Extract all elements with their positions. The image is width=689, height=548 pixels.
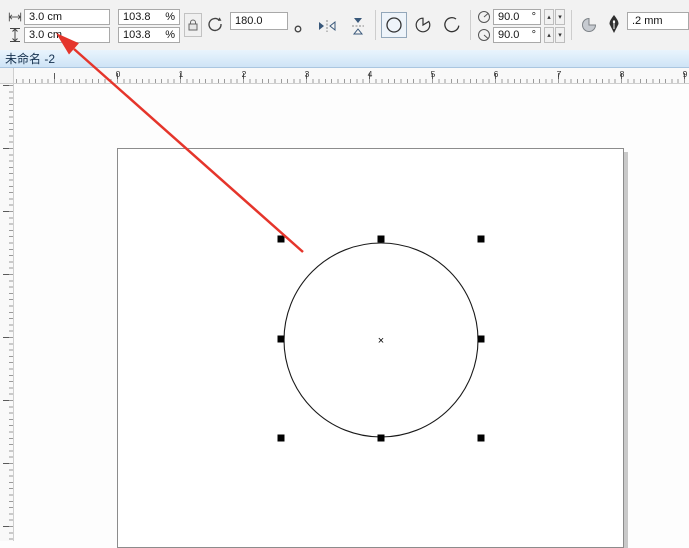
- scale-x-unit: %: [165, 11, 175, 23]
- outline-width-field[interactable]: .2 mm: [627, 12, 689, 30]
- mirror-horizontal-icon: [317, 19, 337, 33]
- toolbar-separator: [470, 10, 471, 40]
- degree-indicator-icon: [294, 25, 302, 33]
- start-angle-unit: °: [532, 11, 536, 23]
- scale-x-field[interactable]: 103.8 %: [118, 9, 180, 25]
- ruler-origin-corner[interactable]: [0, 68, 14, 84]
- mirror-vertical-icon: [351, 16, 365, 36]
- spinner-up-icon: ▴: [547, 31, 551, 39]
- change-direction-icon: [580, 16, 598, 34]
- object-height-icon: [9, 27, 21, 43]
- object-width-icon: [8, 11, 22, 23]
- property-bar: 3.0 cm 3.0 cm 103.8 % 103.8 % 180.0: [0, 0, 689, 51]
- scale-y-unit: %: [165, 29, 175, 41]
- start-angle-decrement-button[interactable]: ▾: [555, 9, 565, 25]
- end-angle-value: 90.0: [498, 29, 519, 41]
- end-angle-field[interactable]: 90.0 °: [493, 27, 541, 43]
- object-width-value: 3.0 cm: [29, 11, 62, 23]
- ruler-number: 0: [113, 69, 123, 79]
- object-width-field[interactable]: 3.0 cm: [24, 9, 110, 25]
- horizontal-ruler[interactable]: 0 1 2 3 4 5 6 7 8 9: [14, 68, 689, 84]
- ellipse-icon: [385, 16, 403, 34]
- rotation-icon: [206, 15, 224, 33]
- outline-pen-icon: [607, 14, 621, 34]
- ruler-number: 8: [617, 69, 627, 79]
- spinner-up-icon: ▴: [547, 13, 551, 21]
- object-height-value: 3.0 cm: [29, 29, 62, 41]
- page[interactable]: [117, 148, 624, 548]
- change-direction-button[interactable]: [577, 13, 601, 37]
- vertical-ruler[interactable]: [0, 84, 14, 541]
- start-angle-field[interactable]: 90.0 °: [493, 9, 541, 25]
- ellipse-mode-button[interactable]: [381, 12, 407, 38]
- scale-y-field[interactable]: 103.8 %: [118, 27, 180, 43]
- ruler-number: 4: [365, 69, 375, 79]
- spinner-down-icon: ▾: [558, 31, 562, 39]
- pie-icon: [414, 16, 432, 34]
- scale-y-value: 103.8: [123, 29, 151, 41]
- ruler-number: 1: [176, 69, 186, 79]
- object-height-field[interactable]: 3.0 cm: [24, 27, 110, 43]
- mirror-horizontal-button[interactable]: [315, 14, 339, 38]
- app-window: { "toolbar": { "size": { "width": "3.0 c…: [0, 0, 689, 541]
- arc-mode-button[interactable]: [439, 12, 465, 38]
- start-angle-icon: [477, 10, 491, 24]
- ruler-number: 3: [302, 69, 312, 79]
- toolbar-separator: [571, 10, 572, 40]
- lock-ratio-button[interactable]: [184, 13, 202, 37]
- rotation-angle-value: 180.0: [235, 15, 263, 27]
- mirror-vertical-button[interactable]: [346, 14, 370, 38]
- ruler-number: 5: [428, 69, 438, 79]
- scale-x-value: 103.8: [123, 11, 151, 23]
- arc-icon: [443, 16, 461, 34]
- start-angle-increment-button[interactable]: ▴: [544, 9, 554, 25]
- end-angle-increment-button[interactable]: ▴: [544, 27, 554, 43]
- pie-mode-button[interactable]: [410, 12, 436, 38]
- end-angle-unit: °: [532, 29, 536, 41]
- ruler-number: 6: [491, 69, 501, 79]
- document-title: 未命名 -2: [5, 50, 55, 67]
- toolbar-separator: [375, 10, 376, 40]
- rotation-angle-field[interactable]: 180.0: [230, 12, 288, 30]
- outline-width-value: .2 mm: [632, 15, 663, 27]
- start-angle-value: 90.0: [498, 11, 519, 23]
- ruler-number: 7: [554, 69, 564, 79]
- document-title-bar: 未命名 -2: [0, 50, 689, 68]
- end-angle-icon: [477, 28, 491, 42]
- end-angle-decrement-button[interactable]: ▾: [555, 27, 565, 43]
- ruler-number: 9: [680, 69, 689, 79]
- spinner-down-icon: ▾: [558, 13, 562, 21]
- lock-icon: [187, 18, 199, 32]
- ruler-number: 2: [239, 69, 249, 79]
